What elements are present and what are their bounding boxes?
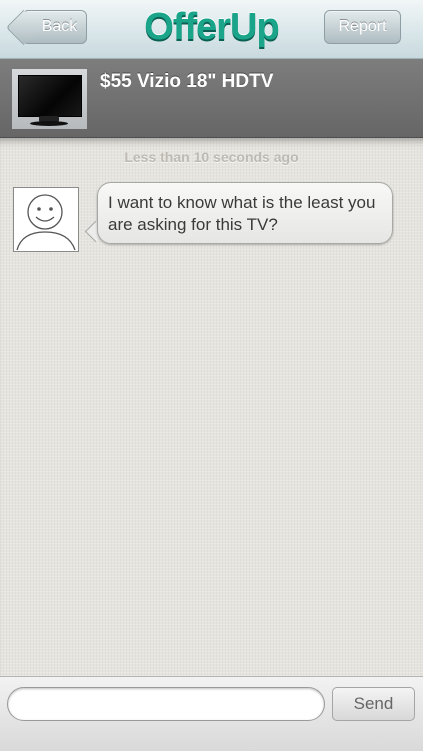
back-button[interactable]: Back — [22, 10, 87, 44]
message-timestamp: Less than 10 seconds ago — [124, 149, 299, 165]
report-button-label: Report — [338, 18, 387, 35]
tv-screen-icon — [18, 75, 82, 117]
send-button-label: Send — [353, 694, 394, 713]
report-button[interactable]: Report — [324, 10, 401, 44]
item-thumbnail[interactable] — [12, 69, 87, 129]
message-input[interactable] — [7, 687, 325, 721]
back-button-label: Back — [41, 18, 78, 35]
chat-area[interactable]: Less than 10 seconds ago I want to know … — [0, 138, 423, 676]
sender-avatar[interactable] — [13, 187, 79, 252]
item-title: $55 Vizio 18" HDTV — [100, 71, 274, 92]
message-bubble: I want to know what is the least you are… — [97, 182, 393, 244]
message-text: I want to know what is the least you are… — [108, 193, 376, 234]
compose-bar: Send — [0, 676, 423, 751]
send-button[interactable]: Send — [332, 687, 415, 721]
smiley-avatar-icon — [16, 194, 76, 251]
top-nav-bar: Back OfferUp Report — [0, 0, 423, 59]
item-header[interactable]: $55 Vizio 18" HDTV — [0, 59, 423, 138]
tv-base-icon — [30, 121, 68, 126]
